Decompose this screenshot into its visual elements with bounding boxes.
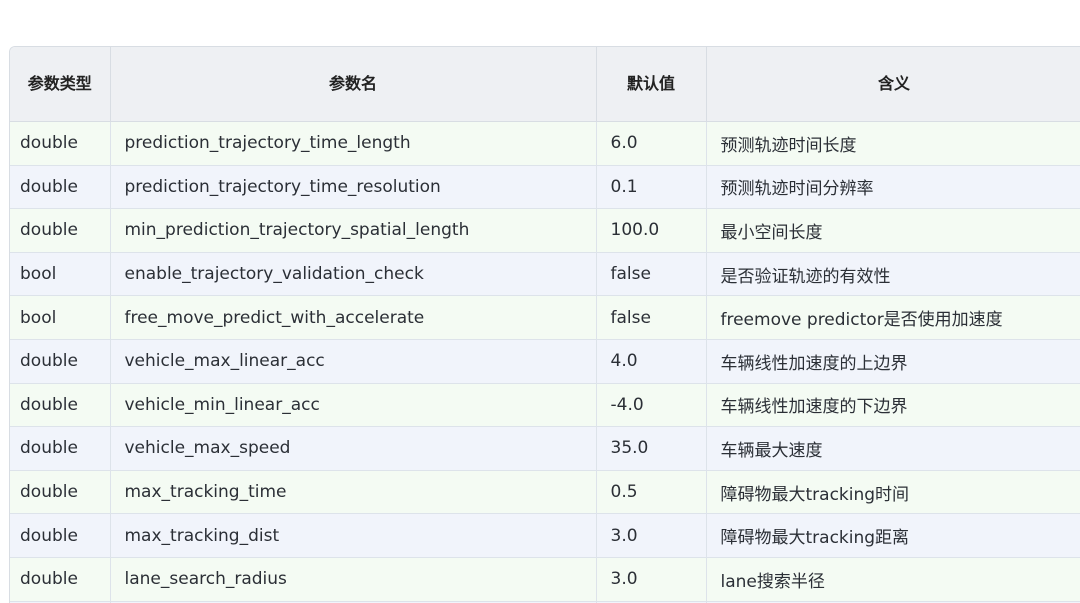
- cell-default: 35.0: [596, 426, 707, 471]
- header-name: 参数名: [110, 47, 597, 122]
- header-type: 参数类型: [10, 47, 111, 122]
- table-row: double lane_search_radius 3.0 lane搜索半径: [10, 557, 1080, 602]
- cell-type: bool: [10, 295, 111, 340]
- table-header-row: 参数类型 参数名 默认值 含义: [10, 47, 1080, 122]
- cell-meaning: 是否验证轨迹的有效性: [706, 252, 1080, 297]
- cell-name: enable_trajectory_validation_check: [110, 252, 597, 297]
- cell-meaning: 预测轨迹时间分辨率: [706, 165, 1080, 210]
- cell-name: prediction_trajectory_time_resolution: [110, 165, 597, 210]
- cell-meaning: lane搜索半径: [706, 557, 1080, 602]
- parameter-table-container: 参数类型 参数名 默认值 含义 double prediction_traject…: [9, 46, 1080, 603]
- table-row: double vehicle_max_speed 35.0 车辆最大速度: [10, 426, 1080, 471]
- cell-type: double: [10, 557, 111, 602]
- cell-default: 100.0: [596, 208, 707, 253]
- cell-type: double: [10, 470, 111, 515]
- cell-meaning: freemove predictor是否使用加速度: [706, 295, 1080, 340]
- cell-default: 6.0: [596, 121, 707, 166]
- cell-meaning: 障碍物最大tracking时间: [706, 470, 1080, 515]
- cell-default: 3.0: [596, 513, 707, 558]
- cell-default: -4.0: [596, 383, 707, 428]
- header-default: 默认值: [596, 47, 707, 122]
- cell-meaning: 障碍物最大tracking距离: [706, 513, 1080, 558]
- cell-meaning: 最小空间长度: [706, 208, 1080, 253]
- table-row: double max_tracking_time 0.5 障碍物最大tracking时…: [10, 470, 1080, 515]
- cell-type: bool: [10, 252, 111, 297]
- table-body: double prediction_trajectory_time_length 6…: [10, 121, 1080, 603]
- cell-default: false: [596, 295, 707, 340]
- cell-name: max_tracking_dist: [110, 513, 597, 558]
- cell-type: double: [10, 121, 111, 166]
- cell-meaning: 车辆线性加速度的上边界: [706, 339, 1080, 384]
- table-row: double vehicle_max_linear_acc 4.0 车辆线性加速度的上…: [10, 339, 1080, 384]
- cell-name: vehicle_min_linear_acc: [110, 383, 597, 428]
- cell-name: vehicle_max_linear_acc: [110, 339, 597, 384]
- header-meaning: 含义: [706, 47, 1080, 122]
- cell-type: double: [10, 426, 111, 471]
- table-row: double prediction_trajectory_time_resolut…: [10, 165, 1080, 210]
- table-row: bool free_move_predict_with_accelerate fal…: [10, 295, 1080, 340]
- cell-type: double: [10, 383, 111, 428]
- cell-type: double: [10, 513, 111, 558]
- parameter-table: 参数类型 参数名 默认值 含义 double prediction_traject…: [10, 47, 1080, 603]
- cell-meaning: 车辆线性加速度的下边界: [706, 383, 1080, 428]
- cell-default: 3.0: [596, 557, 707, 602]
- cell-default: false: [596, 252, 707, 297]
- cell-default: 0.1: [596, 165, 707, 210]
- cell-type: double: [10, 208, 111, 253]
- cell-meaning: 车辆最大速度: [706, 426, 1080, 471]
- table-row: double vehicle_min_linear_acc -4.0 车辆线性加速度的…: [10, 383, 1080, 428]
- table-row: double max_tracking_dist 3.0 障碍物最大tracking距…: [10, 513, 1080, 558]
- cell-type: double: [10, 165, 111, 210]
- cell-name: prediction_trajectory_time_length: [110, 121, 597, 166]
- page: 参数类型 参数名 默认值 含义 double prediction_traject…: [0, 0, 1080, 603]
- cell-meaning: 预测轨迹时间长度: [706, 121, 1080, 166]
- cell-default: 0.5: [596, 470, 707, 515]
- cell-name: max_tracking_time: [110, 470, 597, 515]
- cell-default: 4.0: [596, 339, 707, 384]
- table-row: double prediction_trajectory_time_length 6…: [10, 121, 1080, 166]
- table-row: double min_prediction_trajectory_spatial_…: [10, 208, 1080, 253]
- cell-name: lane_search_radius: [110, 557, 597, 602]
- table-row: bool enable_trajectory_validation_check fa…: [10, 252, 1080, 297]
- cell-name: free_move_predict_with_accelerate: [110, 295, 597, 340]
- cell-name: vehicle_max_speed: [110, 426, 597, 471]
- cell-type: double: [10, 339, 111, 384]
- cell-name: min_prediction_trajectory_spatial_length: [110, 208, 597, 253]
